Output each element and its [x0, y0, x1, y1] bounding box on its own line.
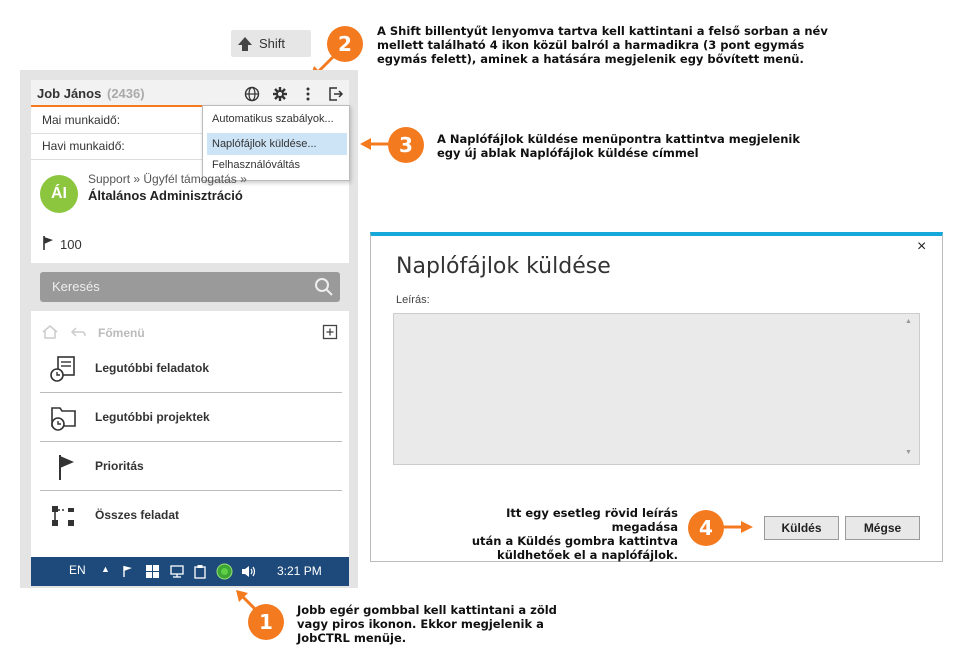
note-line: A Shift billentyűt lenyomva tartva kell …	[377, 24, 828, 38]
gear-icon[interactable]	[270, 84, 290, 104]
nav-label: Legutóbbi feladatok	[95, 361, 209, 375]
monthly-worktime-label: Havi munkaidő:	[42, 139, 125, 153]
note-line: egymás felett), aminek a hatására megjel…	[377, 52, 804, 66]
user-id: (2436)	[107, 86, 145, 101]
recent-projects-icon	[51, 407, 76, 431]
search-icon[interactable]	[314, 277, 334, 297]
cancel-button[interactable]: Mégse	[845, 516, 920, 540]
user-name: Job János	[37, 86, 102, 101]
arrow-icon	[360, 138, 390, 150]
home-label: Főmenü	[98, 326, 145, 340]
note-line: Itt egy esetleg rövid leírás megadása	[506, 506, 678, 534]
note-line: vagy piros ikonon. Ekkor megjelenik a	[297, 617, 544, 631]
note-line: küldhetőek el a naplófájlok.	[497, 548, 678, 562]
note-step-2: A Shift billentyűt lenyomva tartva kell …	[377, 24, 828, 66]
extended-menu: Automatikus szabályok... Naplófájlok kül…	[202, 105, 350, 181]
avatar: ÁI	[40, 175, 78, 213]
more-vertical-icon[interactable]	[298, 84, 318, 104]
arrow-icon	[722, 521, 753, 533]
shift-key-illustration: Shift	[231, 30, 311, 57]
note-step-3: A Naplófájlok küldése menüpontra kattint…	[437, 132, 800, 160]
back-icon[interactable]	[70, 326, 86, 338]
windows-taskbar: EN ▲ 3:21 PM	[31, 557, 349, 586]
note-step-4: Itt egy esetleg rövid leírás megadása ut…	[440, 506, 678, 562]
tray-expand-icon[interactable]: ▲	[101, 564, 110, 574]
menu-item-automatic-rules[interactable]: Automatikus szabályok...	[207, 108, 347, 130]
windows-icon[interactable]	[146, 565, 159, 578]
priority-value: 100	[60, 237, 82, 252]
arrow-up-icon	[238, 36, 252, 51]
nav-item-recent-projects[interactable]: Legutóbbi projektek	[40, 394, 342, 442]
breadcrumb[interactable]: Support » Ügyfél támogatás »	[88, 172, 247, 186]
jobctrl-status-icon[interactable]	[216, 563, 233, 580]
priority-flag-icon	[59, 455, 74, 480]
note-line: egy új ablak Naplófájlok küldése címmel	[437, 146, 699, 160]
all-tasks-icon	[52, 506, 74, 526]
nav-item-recent-tasks[interactable]: Legutóbbi feladatok	[40, 345, 342, 393]
shift-key-label: Shift	[259, 36, 286, 51]
step-badge-1: 1	[248, 604, 284, 640]
description-textarea[interactable]	[393, 313, 920, 465]
description-label: Leírás:	[396, 294, 430, 306]
network-icon[interactable]	[170, 565, 184, 578]
clock[interactable]: 3:21 PM	[277, 564, 322, 578]
action-center-flag-icon[interactable]	[122, 565, 134, 577]
close-icon[interactable]: ×	[917, 238, 926, 256]
step-badge-4: 4	[688, 510, 724, 546]
nav-label: Prioritás	[95, 459, 144, 473]
step-badge-3: 3	[388, 127, 424, 163]
globe-icon[interactable]	[242, 84, 262, 104]
recent-tasks-icon	[50, 356, 75, 382]
clipboard-icon[interactable]	[194, 564, 206, 579]
logout-icon[interactable]	[326, 84, 346, 104]
nav-item-all-tasks[interactable]: Összes feladat	[40, 492, 342, 540]
daily-worktime-label: Mai munkaidő:	[42, 113, 121, 127]
note-line: után a Küldés gombra kattintva	[471, 534, 678, 548]
dialog-title: Naplófájlok küldése	[396, 254, 611, 279]
task-title[interactable]: Általános Adminisztráció	[88, 188, 243, 203]
note-line: A Naplófájlok küldése menüpontra kattint…	[437, 132, 800, 146]
send-button[interactable]: Küldés	[764, 516, 839, 540]
nav-item-priority[interactable]: Prioritás	[40, 443, 342, 491]
language-indicator[interactable]: EN	[69, 563, 86, 577]
note-line: Jobb egér gombbal kell kattintani a zöld	[297, 603, 557, 617]
volume-icon[interactable]	[241, 565, 257, 578]
menu-item-send-logs[interactable]: Naplófájlok küldése...	[207, 133, 347, 155]
note-step-1: Jobb egér gombbal kell kattintani a zöld…	[297, 603, 557, 645]
search-input[interactable]: Keresés	[40, 272, 340, 302]
nav-label: Összes feladat	[95, 508, 180, 522]
note-line: mellett található 4 ikon közül balról a …	[377, 38, 805, 52]
note-line: JobCTRL menüje.	[297, 631, 407, 645]
flag-icon	[43, 236, 53, 250]
add-icon[interactable]	[322, 324, 338, 340]
nav-label: Legutóbbi projektek	[95, 410, 210, 424]
home-icon[interactable]	[42, 325, 58, 339]
scroll-down-icon[interactable]: ▼	[905, 449, 912, 456]
scroll-up-icon[interactable]: ▲	[905, 318, 912, 325]
